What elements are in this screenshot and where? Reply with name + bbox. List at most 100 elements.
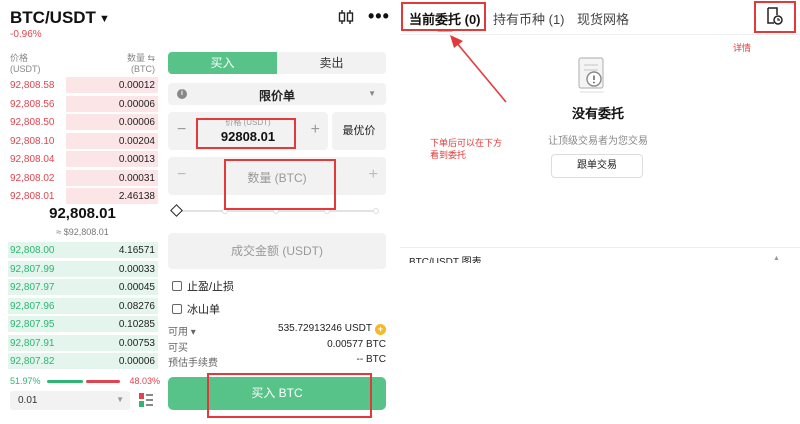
ask-row[interactable]: 92,808.01 2.46138 bbox=[8, 187, 158, 205]
row-qty: 2.46138 bbox=[118, 191, 155, 202]
copy-trading-button[interactable]: 跟单交易 bbox=[551, 154, 643, 178]
empty-subtitle: 让顶级交易者为您交易 bbox=[548, 136, 648, 147]
row-price: 92,807.99 bbox=[10, 263, 55, 275]
row-price: 92,808.50 bbox=[10, 117, 55, 128]
empty-orders-icon bbox=[578, 57, 604, 93]
row-qty: 4.16571 bbox=[118, 245, 155, 256]
row-qty: 0.10285 bbox=[118, 319, 155, 330]
row-qty: 0.00013 bbox=[118, 154, 155, 165]
amount-input[interactable]: 成交金额 (USDT) bbox=[168, 233, 386, 269]
row-price: 92,808.04 bbox=[10, 154, 55, 165]
ask-row[interactable]: 92,808.10 0.00204 bbox=[8, 132, 158, 150]
row-qty: 0.00012 bbox=[118, 80, 155, 91]
row-price: 92,808.01 bbox=[10, 191, 55, 202]
orderbook-price-header: 价格 (USDT) bbox=[10, 53, 41, 74]
row-price: 92,807.97 bbox=[10, 282, 55, 293]
quantity-increase-button[interactable]: + bbox=[369, 166, 378, 184]
chart-section-divider bbox=[400, 247, 800, 255]
fee-label: 预估手续费 bbox=[168, 358, 218, 369]
ask-row[interactable]: 92,808.56 0.00006 bbox=[8, 95, 158, 113]
candlestick-icon[interactable] bbox=[337, 9, 355, 25]
annotation-details-note: 详情 bbox=[733, 43, 752, 53]
row-qty: 0.00006 bbox=[118, 117, 155, 128]
pair-name: BTC/USDT bbox=[10, 8, 96, 27]
available-label[interactable]: 可用 ▾ bbox=[168, 323, 196, 338]
depth-precision-select[interactable]: 0.01 ▼ bbox=[10, 391, 130, 410]
chart-section-title[interactable]: BTC/USDT 图表 bbox=[409, 256, 482, 263]
bid-row[interactable]: 92,807.96 0.08276 bbox=[8, 297, 158, 315]
buyable-value: 0.00577 BTC bbox=[327, 339, 386, 350]
ask-row[interactable]: 92,808.02 0.00031 bbox=[8, 169, 158, 187]
last-price-fiat: ≈ $92,808.01 bbox=[56, 227, 109, 237]
buy-sell-tabs: 买入 卖出 bbox=[168, 52, 386, 74]
ask-row[interactable]: 92,808.58 0.00012 bbox=[8, 76, 158, 94]
empty-title: 没有委托 bbox=[571, 106, 624, 121]
caret-down-icon: ▼ bbox=[368, 89, 376, 98]
orderbook-qty-header[interactable]: 数量 ⇆ (BTC) bbox=[100, 53, 155, 75]
row-qty: 0.00753 bbox=[118, 337, 155, 349]
caret-down-icon: ▼ bbox=[98, 12, 110, 25]
ask-row[interactable]: 92,808.04 0.00013 bbox=[8, 150, 158, 168]
annotation-box-open-orders bbox=[401, 2, 486, 31]
buy-ratio-bar bbox=[47, 380, 83, 383]
row-price: 92,807.82 bbox=[10, 356, 55, 367]
order-type-select[interactable]: i 限价单 ▼ bbox=[168, 83, 386, 105]
slider-handle[interactable] bbox=[170, 204, 183, 217]
slider-stop-100[interactable] bbox=[373, 208, 379, 214]
row-qty: 0.00031 bbox=[118, 172, 155, 184]
buy-ratio: 51.97% bbox=[10, 376, 41, 386]
tab-buy[interactable]: 买入 bbox=[168, 52, 277, 74]
sell-ratio: 48.03% bbox=[129, 376, 160, 386]
bid-row[interactable]: 92,807.97 0.00045 bbox=[8, 278, 158, 296]
fee-value: -- BTC bbox=[356, 354, 386, 365]
bid-row[interactable]: 92,807.82 0.00006 bbox=[8, 352, 158, 370]
deposit-plus-icon[interactable]: + bbox=[375, 324, 386, 335]
row-price: 92,808.02 bbox=[10, 172, 55, 184]
buyable-label: 可买 bbox=[168, 343, 188, 354]
row-qty: 0.00006 bbox=[118, 98, 155, 110]
bid-row[interactable]: 92,807.95 0.10285 bbox=[8, 315, 158, 333]
more-icon[interactable]: ••• bbox=[368, 6, 390, 27]
buy-sell-ratio: 51.97% 48.03% bbox=[10, 376, 160, 388]
annotation-hint-note: 下单后可以在下方 看到委托 bbox=[430, 138, 503, 160]
order-type-value: 限价单 bbox=[258, 89, 295, 103]
tab-spot-grid[interactable]: 现货网格 bbox=[577, 9, 629, 28]
row-price: 92,808.56 bbox=[10, 98, 55, 110]
depth-value: 0.01 bbox=[18, 395, 38, 406]
caret-down-icon: ▼ bbox=[116, 395, 124, 404]
sell-ratio-bar bbox=[86, 380, 120, 383]
annotation-box-history bbox=[754, 1, 796, 33]
bid-row[interactable]: 92,807.99 0.00033 bbox=[8, 260, 158, 278]
orderbook-layout-icon[interactable] bbox=[138, 392, 154, 408]
tpsl-checkbox[interactable]: 止盈/止损 bbox=[172, 278, 234, 294]
ask-row[interactable]: 92,808.50 0.00006 bbox=[8, 113, 158, 131]
last-price: 92,808.01 bbox=[49, 205, 116, 222]
row-qty: 0.00045 bbox=[118, 282, 155, 293]
chevron-up-icon[interactable]: ▲ bbox=[773, 255, 780, 262]
annotation-box-price bbox=[196, 118, 296, 149]
annotation-box-buy bbox=[207, 373, 372, 418]
price-increase-button[interactable]: + bbox=[311, 121, 320, 139]
iceberg-label: 冰山单 bbox=[187, 304, 220, 316]
row-price: 92,808.00 bbox=[10, 245, 55, 256]
price-change: -0.96% bbox=[10, 29, 42, 40]
row-price: 92,807.96 bbox=[10, 300, 55, 312]
row-price: 92,807.95 bbox=[10, 319, 55, 330]
row-qty: 0.00033 bbox=[118, 263, 155, 275]
tpsl-label: 止盈/止损 bbox=[187, 281, 235, 293]
annotation-arrow bbox=[450, 35, 507, 103]
available-value: 535.72913246 USDT bbox=[278, 323, 372, 334]
row-price: 92,808.58 bbox=[10, 80, 55, 91]
tab-holdings[interactable]: 持有币种 (1) bbox=[493, 9, 565, 28]
checkbox-icon bbox=[172, 304, 182, 314]
row-qty: 0.00006 bbox=[118, 356, 155, 367]
checkbox-icon bbox=[172, 281, 182, 291]
tab-sell[interactable]: 卖出 bbox=[277, 52, 386, 74]
iceberg-checkbox[interactable]: 冰山单 bbox=[172, 301, 220, 317]
row-price: 92,808.10 bbox=[10, 135, 55, 147]
bid-row[interactable]: 92,808.00 4.16571 bbox=[8, 241, 158, 259]
row-price: 92,807.91 bbox=[10, 337, 55, 349]
pair-selector[interactable]: BTC/USDT ▼ bbox=[10, 8, 110, 28]
bid-row[interactable]: 92,807.91 0.00753 bbox=[8, 334, 158, 352]
best-price-button[interactable]: 最优价 bbox=[332, 112, 386, 150]
